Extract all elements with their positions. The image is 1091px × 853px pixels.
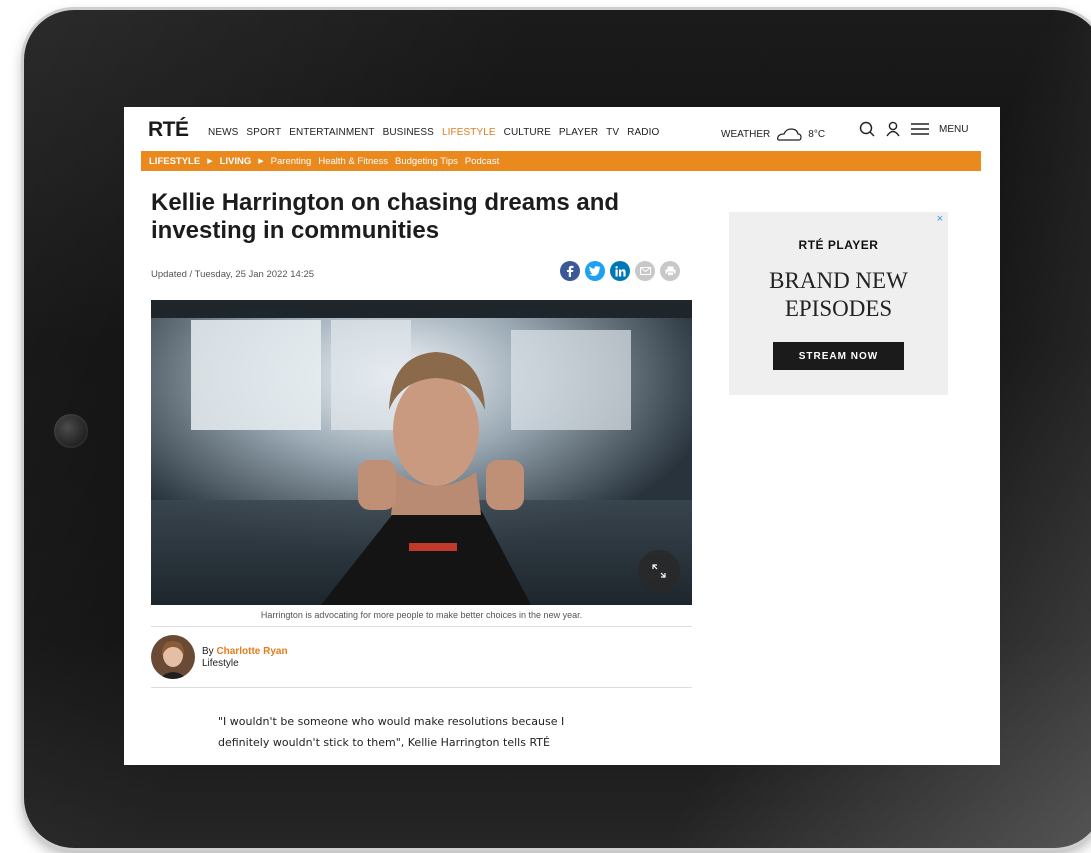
hamburger-icon[interactable] <box>911 122 929 136</box>
ad-brand: RTÉ PLAYER <box>729 238 948 252</box>
author-avatar <box>151 635 195 679</box>
weather-label: WEATHER <box>721 128 771 140</box>
facebook-icon[interactable] <box>560 261 580 281</box>
nav-entertainment[interactable]: ENTERTAINMENT <box>289 127 374 138</box>
article-dateline: Updated / Tuesday, 25 Jan 2022 14:25 <box>151 269 315 280</box>
rte-logo[interactable]: RTÉ <box>148 118 189 142</box>
nav-sport[interactable]: SPORT <box>246 127 281 138</box>
author-byline: By Charlotte Ryan Lifestyle <box>151 635 692 688</box>
ad-close-icon[interactable]: × <box>937 213 943 225</box>
body-paragraph-line: "I wouldn't be someone who would make re… <box>218 715 565 728</box>
menu-label[interactable]: MENU <box>939 124 968 135</box>
nav-culture[interactable]: CULTURE <box>504 127 551 138</box>
rte-player-ad[interactable]: × RTÉ PLAYER BRAND NEW EPISODES STREAM N… <box>729 212 948 395</box>
camera-button <box>54 414 88 448</box>
search-icon[interactable] <box>859 121 875 137</box>
user-icon[interactable] <box>885 121 901 137</box>
browser-screen: RTÉ NEWS SPORT ENTERTAINMENT BUSINESS LI… <box>124 107 1000 765</box>
author-link[interactable]: Charlotte Ryan <box>216 646 287 657</box>
weather-widget[interactable]: WEATHER 8°C <box>721 127 825 141</box>
chevron-right-icon: ▶ <box>207 158 213 165</box>
by-prefix: By <box>202 646 214 657</box>
share-buttons <box>560 261 680 281</box>
body-paragraph-line: definitely wouldn't stick to them", Kell… <box>218 736 550 749</box>
subnav-link-budgeting[interactable]: Budgeting Tips <box>395 156 458 167</box>
ad-line-1: BRAND NEW <box>769 268 908 293</box>
nav-tv[interactable]: TV <box>606 127 619 138</box>
top-navigation: RTÉ NEWS SPORT ENTERTAINMENT BUSINESS LI… <box>124 107 1000 151</box>
boxer-photo <box>151 300 692 605</box>
section-subnav: LIFESTYLE ▶ LIVING ▶ Parenting Health & … <box>141 151 981 171</box>
ad-line-2: EPISODES <box>784 296 893 321</box>
image-caption: Harrington is advocating for more people… <box>151 606 692 627</box>
ad-brand-name: PLAYER <box>827 238 879 252</box>
twitter-icon[interactable] <box>585 261 605 281</box>
hero-image <box>151 300 692 605</box>
nav-business[interactable]: BUSINESS <box>383 127 434 138</box>
nav-player[interactable]: PLAYER <box>559 127 598 138</box>
subnav-link-podcast[interactable]: Podcast <box>465 156 499 167</box>
subnav-link-health-fitness[interactable]: Health & Fitness <box>318 156 388 167</box>
ad-headline: BRAND NEW EPISODES <box>729 267 948 323</box>
author-category: Lifestyle <box>202 658 239 669</box>
expand-icon <box>652 564 666 578</box>
by-line: By Charlotte Ryan <box>202 646 288 657</box>
subnav-section[interactable]: LIFESTYLE <box>149 156 200 167</box>
cloud-icon <box>777 128 802 141</box>
expand-image-button[interactable] <box>638 550 680 592</box>
email-icon[interactable] <box>635 261 655 281</box>
article-headline: Kellie Harrington on chasing dreams and … <box>151 189 620 244</box>
ad-brand-prefix: RTÉ <box>798 238 825 252</box>
nav-news[interactable]: NEWS <box>208 127 238 138</box>
nav-lifestyle[interactable]: LIFESTYLE <box>442 127 496 138</box>
temperature: 8°C <box>808 128 826 140</box>
linkedin-icon[interactable] <box>610 261 630 281</box>
main-nav: NEWS SPORT ENTERTAINMENT BUSINESS LIFEST… <box>208 127 659 138</box>
subnav-subsection[interactable]: LIVING <box>220 156 252 167</box>
article-body: "I wouldn't be someone who would make re… <box>218 711 638 753</box>
print-icon[interactable] <box>660 261 680 281</box>
chevron-right-icon: ▶ <box>258 158 264 165</box>
stream-now-button[interactable]: STREAM NOW <box>773 342 904 370</box>
subnav-link-parenting[interactable]: Parenting <box>271 156 312 167</box>
nav-radio[interactable]: RADIO <box>627 127 659 138</box>
header-tools: MENU <box>859 121 968 137</box>
